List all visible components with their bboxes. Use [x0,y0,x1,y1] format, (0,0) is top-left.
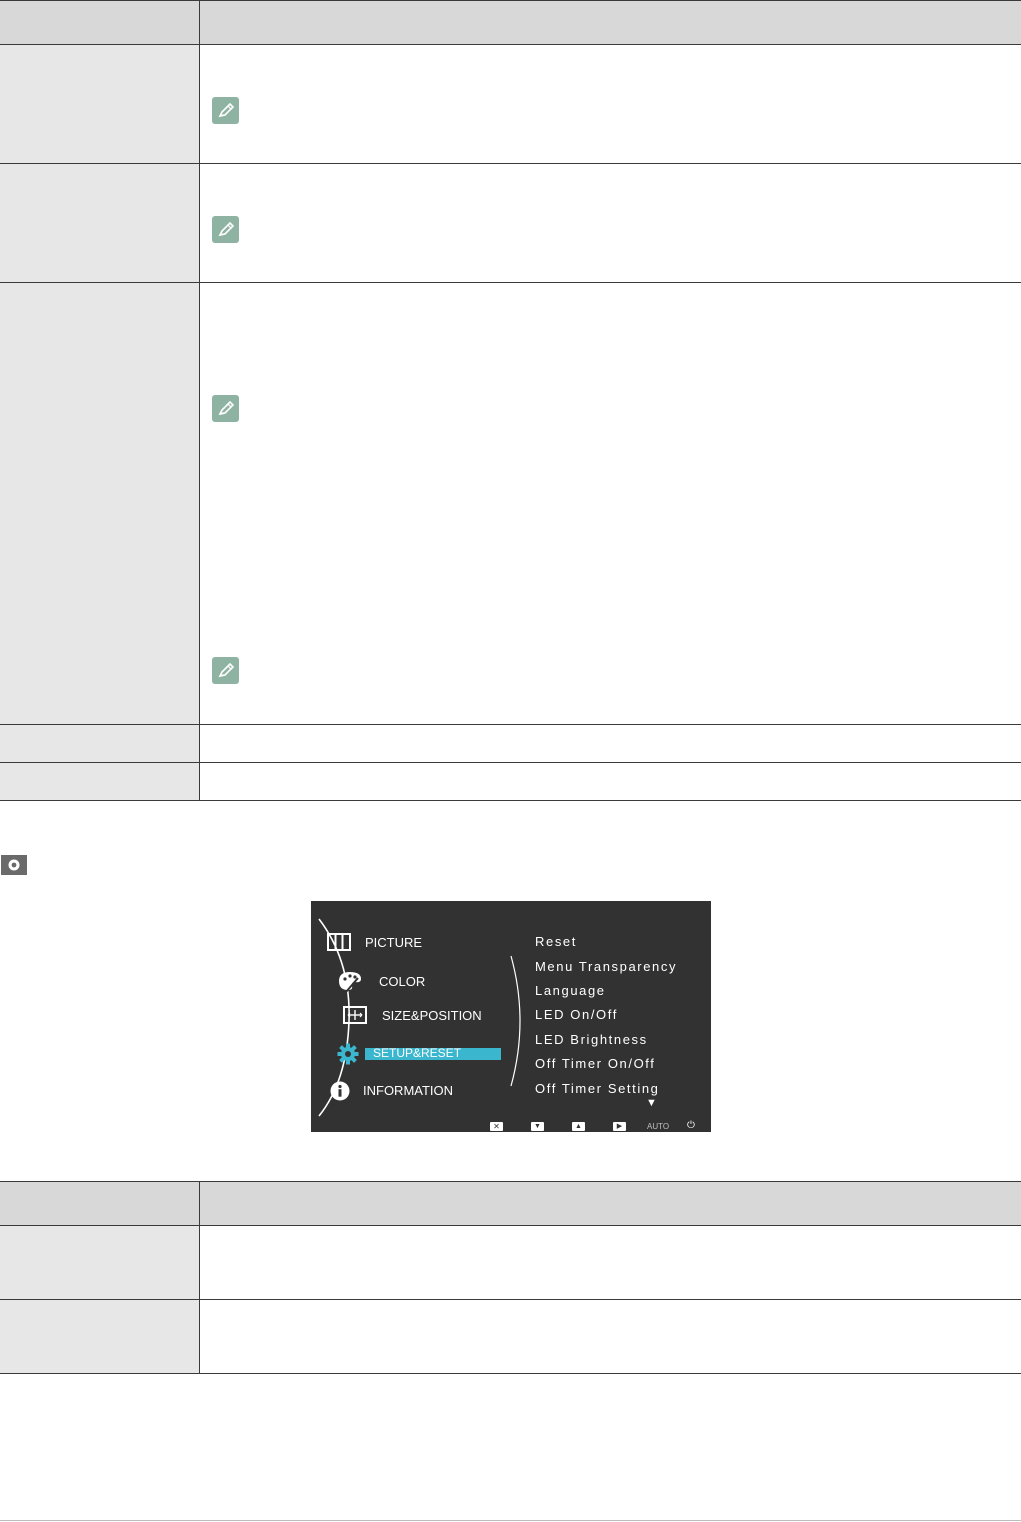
table-row [0,725,1021,763]
up-arrow-icon[interactable]: ▲ [572,1122,585,1131]
table-row [0,763,1021,801]
row-label-cell [0,725,200,762]
table-row [0,1226,1021,1300]
row-content-cell [200,45,1021,163]
row-content-cell [200,1300,1021,1373]
submenu-item-led-brightness[interactable]: LED Brightness [535,1032,648,1047]
header-cell-left [0,1,200,44]
row-content-cell [200,164,1021,282]
header-cell-right [200,1,1021,44]
pencil-note-icon [212,97,239,124]
pencil-note-icon [212,657,239,684]
table-row [0,283,1021,725]
page-footer-rule [0,1520,1021,1521]
size-position-icon[interactable] [343,1006,367,1024]
close-icon[interactable]: ✕ [490,1122,503,1131]
upper-table-header [0,1,1021,45]
table-row [0,164,1021,283]
submenu-item-reset[interactable]: Reset [535,934,577,949]
picture-icon[interactable] [327,933,351,951]
osd-menu: PICTURE COLOR SIZE&POSITION SETUP&RESET … [311,901,711,1132]
submenu-item-language[interactable]: Language [535,983,606,998]
setup-gear-icon [1,855,27,875]
row-content-cell [200,763,1021,800]
menu-item-information[interactable]: INFORMATION [363,1083,453,1098]
right-arrow-icon[interactable]: ▶ [613,1122,626,1131]
header-cell-left [0,1182,200,1225]
row-content-cell [200,283,1021,724]
row-label-cell [0,1226,200,1299]
submenu-item-menu-transparency[interactable]: Menu Transparency [535,959,677,974]
pencil-note-icon [212,216,239,243]
table-row [0,45,1021,164]
row-content-cell [200,1226,1021,1299]
header-cell-right [200,1182,1021,1225]
table-row [0,1300,1021,1374]
lower-table-header [0,1182,1021,1226]
menu-item-setup-reset[interactable]: SETUP&RESET [373,1046,461,1060]
row-content-cell [200,725,1021,762]
menu-item-color[interactable]: COLOR [379,974,425,989]
row-label-cell [0,164,200,282]
submenu-item-led-on-off[interactable]: LED On/Off [535,1007,618,1022]
menu-item-size-position[interactable]: SIZE&POSITION [382,1008,482,1023]
submenu-item-off-timer-setting[interactable]: Off Timer Setting [535,1081,660,1096]
submenu-item-off-timer-on-off[interactable]: Off Timer On/Off [535,1056,655,1071]
row-label-cell [0,45,200,163]
gear-icon[interactable] [337,1043,359,1065]
row-label-cell [0,763,200,800]
palette-icon[interactable] [336,969,364,993]
scroll-down-indicator[interactable]: ▼ [646,1097,657,1109]
pencil-note-icon [212,395,239,422]
row-label-cell [0,1300,200,1373]
row-label-cell [0,283,200,724]
menu-item-picture[interactable]: PICTURE [365,935,422,950]
auto-label[interactable]: AUTO [647,1122,669,1131]
power-icon[interactable]: ⏻ [687,1120,695,1131]
info-icon[interactable] [330,1081,350,1101]
down-arrow-icon[interactable]: ▼ [531,1122,544,1131]
